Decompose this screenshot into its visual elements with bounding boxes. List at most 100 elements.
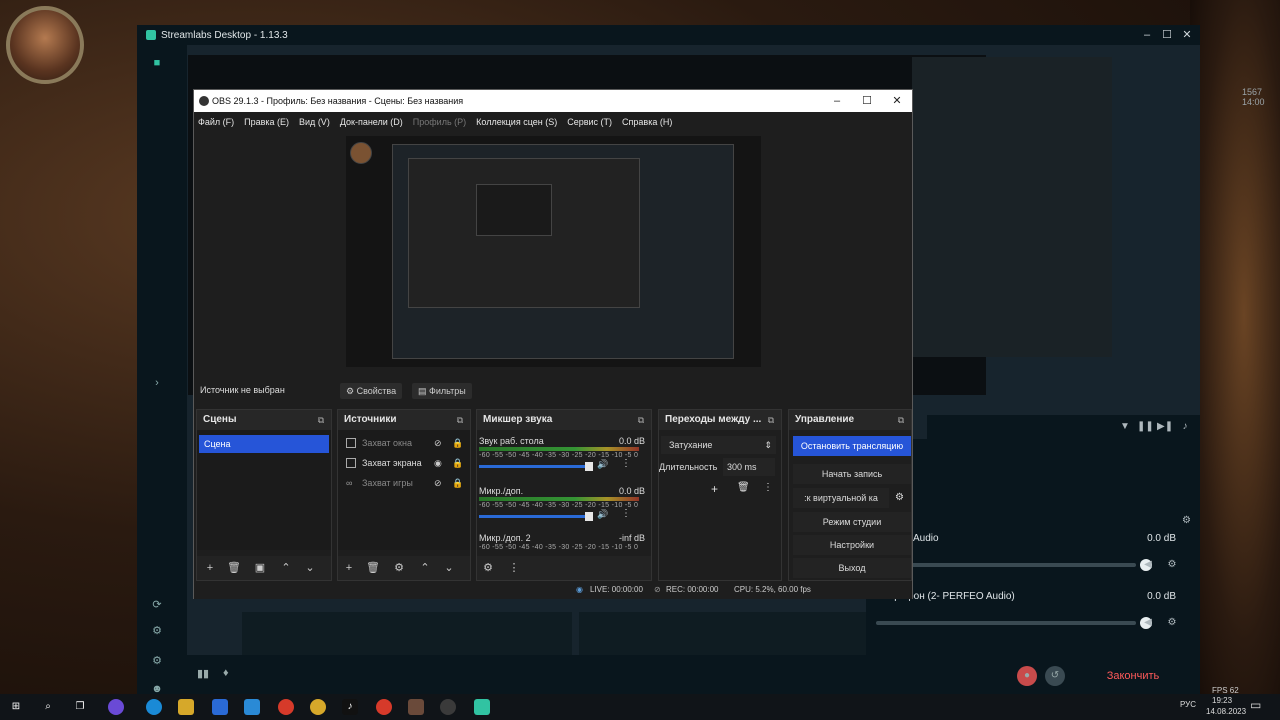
yandex-icon[interactable]	[278, 699, 294, 715]
stop-stream-button[interactable]: Остановить трансляцию	[793, 436, 911, 456]
menu-edit[interactable]: Правка (E)	[244, 117, 289, 127]
close-icon[interactable]: ✕	[888, 93, 906, 109]
stats-icon[interactable]: ▮▮	[197, 667, 209, 680]
source-item[interactable]: Захват окна ⊘ 🔒	[338, 434, 470, 452]
transition-select[interactable]: Затухание ⇕	[661, 436, 776, 454]
editor-icon[interactable]: ■	[149, 55, 165, 71]
clock-date[interactable]: 14.08.2023	[1206, 707, 1246, 716]
close-icon[interactable]: ✕	[1179, 27, 1195, 43]
obs-preview[interactable]	[346, 136, 761, 367]
search-icon[interactable]: ⌕	[40, 699, 56, 715]
trash-icon[interactable]: 🗑	[227, 561, 241, 575]
advanced-audio-icon[interactable]: ⚙	[481, 561, 495, 575]
fader-knob[interactable]	[585, 512, 593, 521]
filter-icon[interactable]: ▣	[253, 561, 267, 575]
more-icon[interactable]: ⋮	[507, 561, 521, 575]
app-icon[interactable]	[108, 699, 124, 715]
yandex-browser-icon[interactable]	[376, 699, 392, 715]
menu-file[interactable]: Файл (F)	[198, 117, 234, 127]
more-icon[interactable]: ⋮	[763, 482, 773, 493]
streamlabs-taskbar-icon[interactable]	[474, 699, 490, 715]
virtual-camera-button[interactable]: :к виртуальной ка	[793, 488, 889, 508]
filters-button[interactable]: ▤ Фильтры	[412, 383, 472, 399]
speaker-icon[interactable]: ◀	[1142, 617, 1154, 629]
studio-mode-button[interactable]: Режим студии	[793, 512, 911, 532]
popout-icon[interactable]: ⧉	[895, 414, 907, 426]
minimize-icon[interactable]: –	[828, 93, 846, 109]
source-item[interactable]: ∞ Захват игры ⊘ 🔒	[338, 474, 470, 492]
scene-item[interactable]: Сцена	[199, 435, 329, 453]
move-up-icon[interactable]: ⌃	[418, 561, 432, 575]
store-icon[interactable]	[212, 699, 228, 715]
settings-cog-icon[interactable]: ⚙	[149, 623, 165, 639]
language-indicator[interactable]: РУС	[1180, 700, 1196, 709]
more-icon[interactable]: ⋮	[621, 458, 631, 469]
visibility-icon[interactable]: ⊘	[434, 434, 442, 452]
trash-icon[interactable]: 🗑	[737, 482, 750, 493]
end-stream-button[interactable]: Закончить трансляцию	[1077, 665, 1189, 704]
next-icon[interactable]: ▶❚	[1157, 419, 1173, 435]
popout-icon[interactable]: ⧉	[635, 414, 647, 426]
edge-icon[interactable]	[146, 699, 162, 715]
popout-icon[interactable]: ⧉	[315, 414, 327, 426]
duration-input[interactable]: 300 ms	[723, 458, 775, 476]
gear-icon[interactable]: ⚙	[392, 561, 406, 575]
settings-button[interactable]: Настройки	[793, 535, 911, 555]
speaker-icon[interactable]: 🔊	[597, 459, 608, 470]
start-recording-button[interactable]: Начать запись	[793, 464, 911, 484]
menu-scene-collection[interactable]: Коллекция сцен (S)	[476, 117, 557, 127]
move-up-icon[interactable]: ⌃	[279, 561, 293, 575]
virtual-camera-settings-icon[interactable]: ⚙	[895, 492, 904, 503]
move-down-icon[interactable]: ⌄	[303, 561, 317, 575]
lock-icon[interactable]: 🔒	[452, 474, 463, 492]
studio-mode-icon[interactable]: ⟳	[149, 597, 165, 613]
filter-icon[interactable]: ▼	[1117, 419, 1133, 435]
game-icon[interactable]	[408, 699, 424, 715]
volume-fader[interactable]	[479, 515, 591, 518]
notifications-icon[interactable]: ▭	[1250, 698, 1261, 712]
collapse-arrow-icon[interactable]: ›	[149, 375, 165, 391]
volume-slider[interactable]	[876, 617, 1152, 629]
lock-icon[interactable]: 🔒	[452, 434, 463, 452]
mail-icon[interactable]	[244, 699, 260, 715]
explorer-icon[interactable]	[178, 699, 194, 715]
windows-start-icon[interactable]: ⊞	[8, 699, 24, 715]
exit-button[interactable]: Выход	[793, 558, 911, 578]
menu-profile[interactable]: Профиль (P)	[413, 117, 466, 127]
volume-fader[interactable]	[479, 465, 591, 468]
popout-icon[interactable]: ⧉	[765, 414, 777, 426]
trash-icon[interactable]: 🗑	[366, 561, 380, 575]
lock-icon[interactable]: 🔒	[452, 454, 463, 472]
menu-help[interactable]: Справка (H)	[622, 117, 672, 127]
volume-slider[interactable]	[876, 559, 1152, 571]
obs-taskbar-icon[interactable]	[440, 699, 456, 715]
speaker-icon[interactable]: 🔊	[597, 509, 608, 520]
minimize-icon[interactable]: –	[1139, 27, 1155, 43]
replay-buffer-icon[interactable]: ↺	[1045, 666, 1065, 686]
visibility-icon[interactable]: ⊘	[434, 474, 442, 492]
volume-icon[interactable]: ♪	[1177, 419, 1193, 435]
maximize-icon[interactable]: ☐	[1159, 27, 1175, 43]
gear-icon[interactable]: ⚙	[1166, 617, 1178, 629]
source-item[interactable]: Захват экрана ◉ 🔒	[338, 454, 470, 472]
visibility-icon[interactable]: ◉	[434, 454, 442, 472]
menu-view[interactable]: Вид (V)	[299, 117, 330, 127]
gear-icon[interactable]: ⚙	[149, 653, 165, 669]
add-icon[interactable]: +	[203, 561, 217, 575]
fader-knob[interactable]	[585, 462, 593, 471]
move-down-icon[interactable]: ⌄	[442, 561, 456, 575]
notification-icon[interactable]: ♦	[223, 667, 229, 679]
gear-icon[interactable]: ⚙	[1166, 559, 1178, 571]
pause-icon[interactable]: ❚❚	[1137, 419, 1154, 435]
properties-button[interactable]: ⚙ Свойства	[340, 383, 403, 399]
menu-tools[interactable]: Сервис (T)	[567, 117, 612, 127]
record-icon[interactable]: ●	[1017, 666, 1037, 686]
task-view-icon[interactable]: ❐	[72, 699, 88, 715]
more-icon[interactable]: ⋮	[621, 508, 631, 519]
menu-docks[interactable]: Док-панели (D)	[340, 117, 403, 127]
maximize-icon[interactable]: ☐	[858, 93, 876, 109]
popout-icon[interactable]: ⧉	[454, 414, 466, 426]
mixer-settings-icon[interactable]: ⚙	[1182, 515, 1191, 526]
add-icon[interactable]: +	[711, 482, 718, 496]
add-icon[interactable]: +	[342, 561, 356, 575]
